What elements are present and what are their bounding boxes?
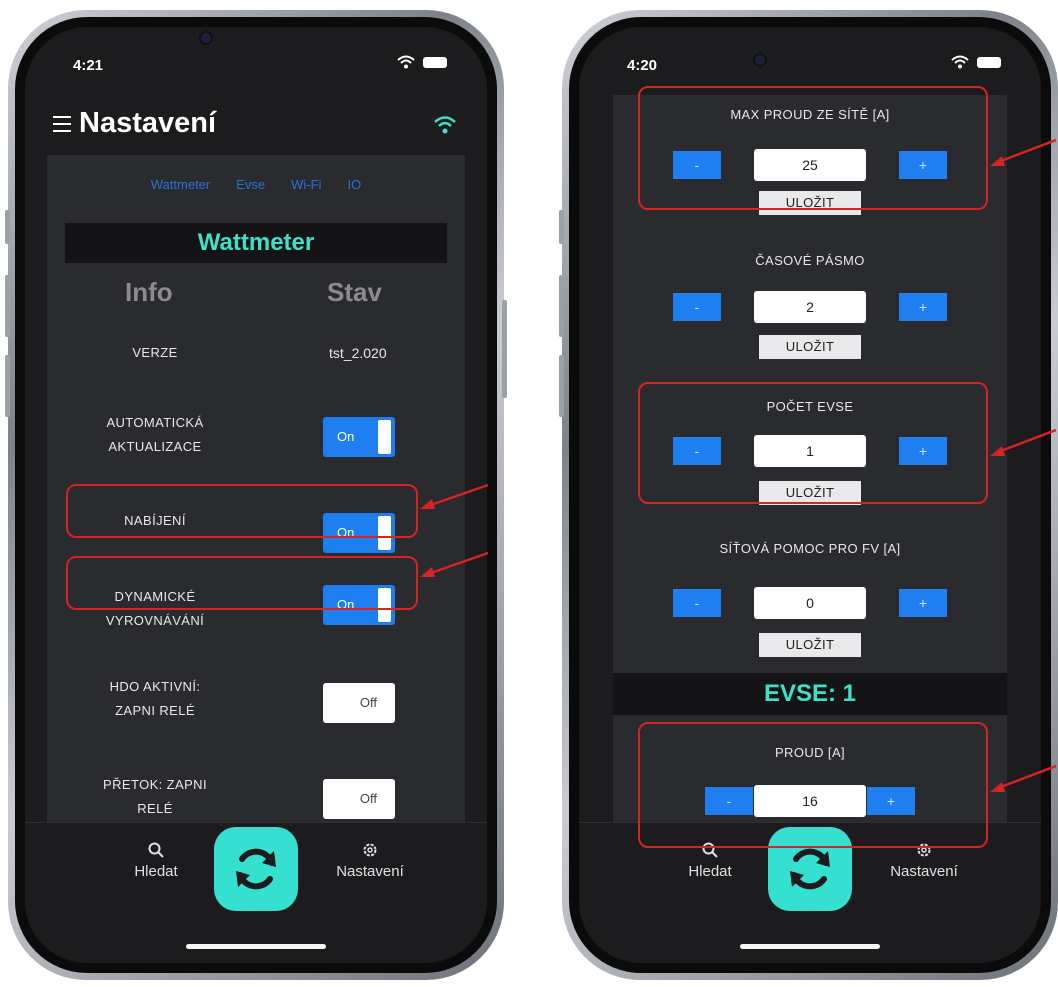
row-label-hdo: HDO AKTIVNÍ: ZAPNI RELÉ xyxy=(109,679,201,718)
mute-switch xyxy=(5,210,10,244)
grid-assist-stepper: - 0 + xyxy=(613,587,1007,619)
hdo-relay-toggle[interactable]: Off xyxy=(323,683,395,723)
timezone-value[interactable]: 2 xyxy=(754,291,866,323)
wifi-icon xyxy=(434,116,456,134)
highlight-current xyxy=(638,722,988,848)
arrow-icon xyxy=(990,764,1056,792)
refresh-button[interactable] xyxy=(214,827,298,911)
arrow-icon xyxy=(990,138,1056,166)
column-header-stav: Stav xyxy=(327,277,382,307)
arrow-icon xyxy=(420,483,489,509)
row-label-verze: VERZE xyxy=(132,345,178,360)
wifi-icon xyxy=(951,55,969,69)
camera-icon xyxy=(201,33,211,43)
refresh-icon xyxy=(790,848,830,890)
tab-io[interactable]: IO xyxy=(347,177,361,192)
setting-title-timezone: ČASOVÉ PÁSMO xyxy=(755,253,865,268)
volume-up-button xyxy=(559,275,564,337)
version-value: tst_2.020 xyxy=(329,345,387,361)
app-header: Nastavení xyxy=(25,105,487,155)
power-button xyxy=(502,300,507,398)
gear-icon xyxy=(363,843,377,857)
search-icon xyxy=(148,842,164,858)
volume-up-button xyxy=(5,275,10,337)
highlight-charging xyxy=(66,484,418,538)
status-bar: 4:21 xyxy=(25,55,487,79)
row-label-auto-update: AUTOMATICKÁ AKTUALIZACE xyxy=(106,415,204,454)
grid-assist-save-button[interactable]: ULOŽIT xyxy=(759,633,861,657)
highlight-dynamic-balancing xyxy=(66,556,418,610)
status-time: 4:20 xyxy=(627,57,658,74)
grid-assist-increment-button[interactable]: + xyxy=(899,589,947,617)
highlight-max-current xyxy=(638,86,988,210)
tab-bar: Wattmeter Evse Wi-Fi IO xyxy=(47,177,465,192)
arrow-icon xyxy=(420,551,489,577)
grid-assist-value[interactable]: 0 xyxy=(754,587,866,619)
timezone-save-button[interactable]: ULOŽIT xyxy=(759,335,861,359)
bottom-tab-bar: Hledat Nastavení xyxy=(25,822,487,963)
timezone-decrement-button[interactable]: - xyxy=(673,293,721,321)
timezone-increment-button[interactable]: + xyxy=(899,293,947,321)
highlight-evse-count xyxy=(638,382,988,504)
home-indicator xyxy=(186,944,326,949)
row-label-overflow: PŘETOK: ZAPNI RELÉ xyxy=(103,777,207,816)
auto-update-toggle[interactable]: On xyxy=(323,417,395,457)
arrow-icon xyxy=(990,428,1056,456)
mute-switch xyxy=(559,210,564,244)
tab-search[interactable]: Hledat xyxy=(111,841,201,880)
status-time: 4:21 xyxy=(73,57,104,74)
wifi-icon xyxy=(397,55,415,69)
tab-wifi[interactable]: Wi-Fi xyxy=(291,177,321,192)
evse-section-title: EVSE: 1 xyxy=(613,673,1007,715)
tab-settings[interactable]: Nastavení xyxy=(325,841,415,880)
tab-evse[interactable]: Evse xyxy=(236,177,265,192)
setting-title-grid-assist: SÍŤOVÁ POMOC PRO FV [A] xyxy=(719,541,901,556)
hamburger-icon[interactable] xyxy=(53,116,71,132)
battery-icon xyxy=(977,56,1001,68)
grid-assist-decrement-button[interactable]: - xyxy=(673,589,721,617)
volume-down-button xyxy=(5,355,10,417)
overflow-relay-toggle[interactable]: Off xyxy=(323,779,395,819)
status-bar: 4:20 xyxy=(579,55,1041,79)
refresh-icon xyxy=(236,848,276,890)
home-indicator xyxy=(740,944,880,949)
column-header-info: Info xyxy=(125,277,173,307)
section-title: Wattmeter xyxy=(65,223,447,263)
volume-down-button xyxy=(559,355,564,417)
battery-icon xyxy=(423,56,447,68)
page-title: Nastavení xyxy=(79,107,217,139)
timezone-stepper: - 2 + xyxy=(613,291,1007,323)
tab-wattmeter[interactable]: Wattmeter xyxy=(151,177,210,192)
